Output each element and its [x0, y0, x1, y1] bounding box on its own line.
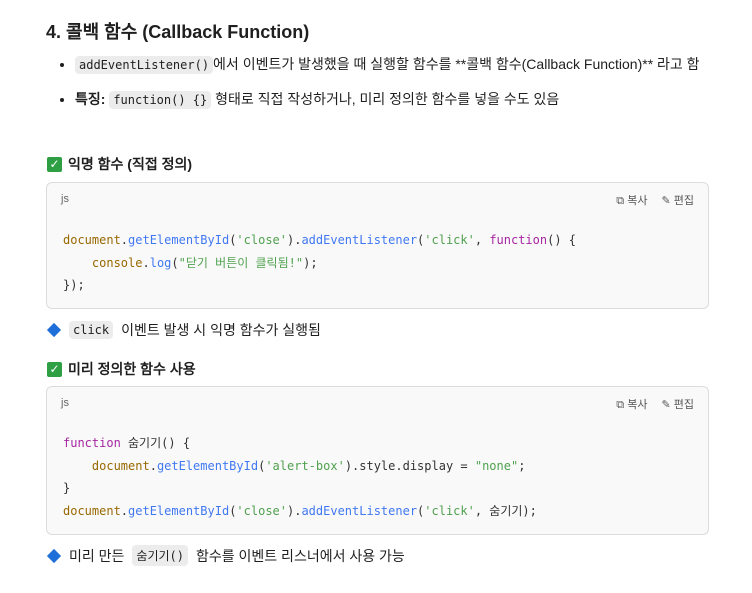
- code-token: addEventListener: [301, 233, 418, 247]
- code-token: });: [63, 278, 85, 292]
- code-token: .: [120, 233, 129, 247]
- edit-button[interactable]: ✎ 편집: [661, 396, 694, 412]
- code-token: getElementById: [156, 458, 259, 473]
- code-token: .: [149, 458, 157, 473]
- code-token: console: [91, 255, 143, 270]
- code-line: }: [63, 477, 537, 500]
- edit-icon: ✎: [661, 399, 671, 411]
- code-token: .: [120, 503, 129, 518]
- bullet-label: 특징:: [75, 91, 106, 107]
- section1-title-text: 익명 함수 (직접 정의): [68, 156, 193, 172]
- code-token: 'click': [424, 233, 475, 247]
- code-token: , 숨기기);: [474, 503, 537, 518]
- code-token: "none": [474, 458, 519, 473]
- check-icon: ✓: [47, 361, 62, 377]
- code-language: js: [61, 397, 69, 409]
- code-language: js: [61, 193, 69, 205]
- code-line: document.getElementById('close').addEven…: [63, 229, 576, 252]
- code-content: function 숨기기() { document.getElementById…: [63, 432, 537, 522]
- edit-label: 편집: [673, 195, 694, 207]
- code-token: log: [149, 255, 172, 270]
- note-text: 함수를 이벤트 리스너에서 사용 가능: [196, 547, 405, 564]
- code-token: 'alert-box': [265, 458, 345, 473]
- bullet-list: addEventListener()에서 이벤트가 발생했을 때 실행할 함수를…: [46, 52, 705, 122]
- code-token: ).style.display =: [344, 458, 475, 473]
- copy-icon: ⧉: [616, 399, 625, 411]
- code-token: function: [63, 436, 121, 450]
- inline-code: 숨기기(): [132, 545, 188, 566]
- code-token: "닫기 버튼이 클릭됨!": [178, 255, 304, 270]
- code-token: 'close': [236, 503, 287, 518]
- bullet-callback-definition: addEventListener()에서 이벤트가 발생했을 때 실행할 함수를…: [75, 52, 705, 77]
- code-token: getElementById: [128, 233, 230, 247]
- section2-title: ✓ 미리 정의한 함수 사용: [47, 359, 196, 379]
- code-token: ;: [518, 458, 526, 473]
- code-token: document: [63, 233, 121, 247]
- code-token: document: [91, 458, 150, 473]
- code-line: });: [63, 274, 576, 297]
- code-token: ,: [474, 233, 490, 247]
- code-token: 'click': [424, 503, 475, 518]
- diamond-icon: [46, 322, 62, 338]
- edit-button[interactable]: ✎ 편집: [661, 192, 694, 208]
- section1-note: click 이벤트 발생 시 익명 함수가 실행됨: [46, 320, 321, 340]
- section1-title: ✓ 익명 함수 (직접 정의): [47, 154, 192, 174]
- code-token: 'close': [236, 233, 287, 247]
- edit-icon: ✎: [661, 195, 671, 207]
- code-line: document.getElementById('alert-box').sty…: [63, 455, 537, 478]
- code-token: ).: [287, 233, 302, 247]
- section2-title-text: 미리 정의한 함수 사용: [68, 361, 196, 377]
- code-token: addEventListener: [301, 503, 418, 518]
- code-line: console.log("닫기 버튼이 클릭됨!");: [63, 252, 576, 275]
- code-line: function 숨기기() {: [63, 432, 537, 455]
- code-token: .: [142, 255, 150, 270]
- code-block-2: js ⧉ 복사 ✎ 편집 function 숨기기() { document.ge…: [46, 386, 709, 535]
- copy-icon: ⧉: [616, 195, 625, 207]
- check-icon: ✓: [47, 156, 62, 172]
- inline-code: function() {}: [109, 91, 212, 109]
- code-token: getElementById: [128, 503, 230, 518]
- section-heading: 4. 콜백 함수 (Callback Function): [46, 22, 310, 42]
- diamond-icon: [46, 548, 62, 563]
- code-block-1: js ⧉ 복사 ✎ 편집 document.getElementById('clo…: [46, 182, 709, 309]
- note-text: 이벤트 발생 시 익명 함수가 실행됨: [121, 322, 321, 338]
- bullet-text: 에서 이벤트가 발생했을 때 실행할 함수를 **콜백 함수(Callback …: [213, 56, 700, 72]
- inline-code: addEventListener(): [75, 56, 214, 74]
- code-line: document.getElementById('close').addEven…: [63, 500, 537, 523]
- copy-button[interactable]: ⧉ 복사: [616, 192, 647, 208]
- inline-code: click: [69, 321, 114, 339]
- code-token: 숨기기() {: [120, 436, 191, 450]
- copy-button[interactable]: ⧉ 복사: [616, 396, 647, 412]
- code-token: () {: [547, 233, 577, 247]
- section2-note: 미리 만든 숨기기() 함수를 이벤트 리스너에서 사용 가능: [46, 545, 405, 566]
- code-token: document: [63, 503, 121, 518]
- code-content: document.getElementById('close').addEven…: [63, 229, 576, 297]
- code-token: (: [171, 255, 179, 270]
- copy-label: 복사: [627, 399, 648, 411]
- code-token: );: [303, 255, 318, 270]
- note-text: 미리 만든: [69, 547, 125, 564]
- copy-label: 복사: [627, 195, 648, 207]
- edit-label: 편집: [673, 399, 694, 411]
- bullet-text: 형태로 직접 작성하거나, 미리 정의한 함수를 넣을 수도 있음: [211, 91, 560, 107]
- code-token: ).: [287, 503, 302, 518]
- code-token: function: [489, 233, 548, 247]
- bullet-feature: 특징: function() {} 형태로 직접 작성하거나, 미리 정의한 함…: [75, 87, 705, 112]
- code-token: }: [63, 481, 71, 495]
